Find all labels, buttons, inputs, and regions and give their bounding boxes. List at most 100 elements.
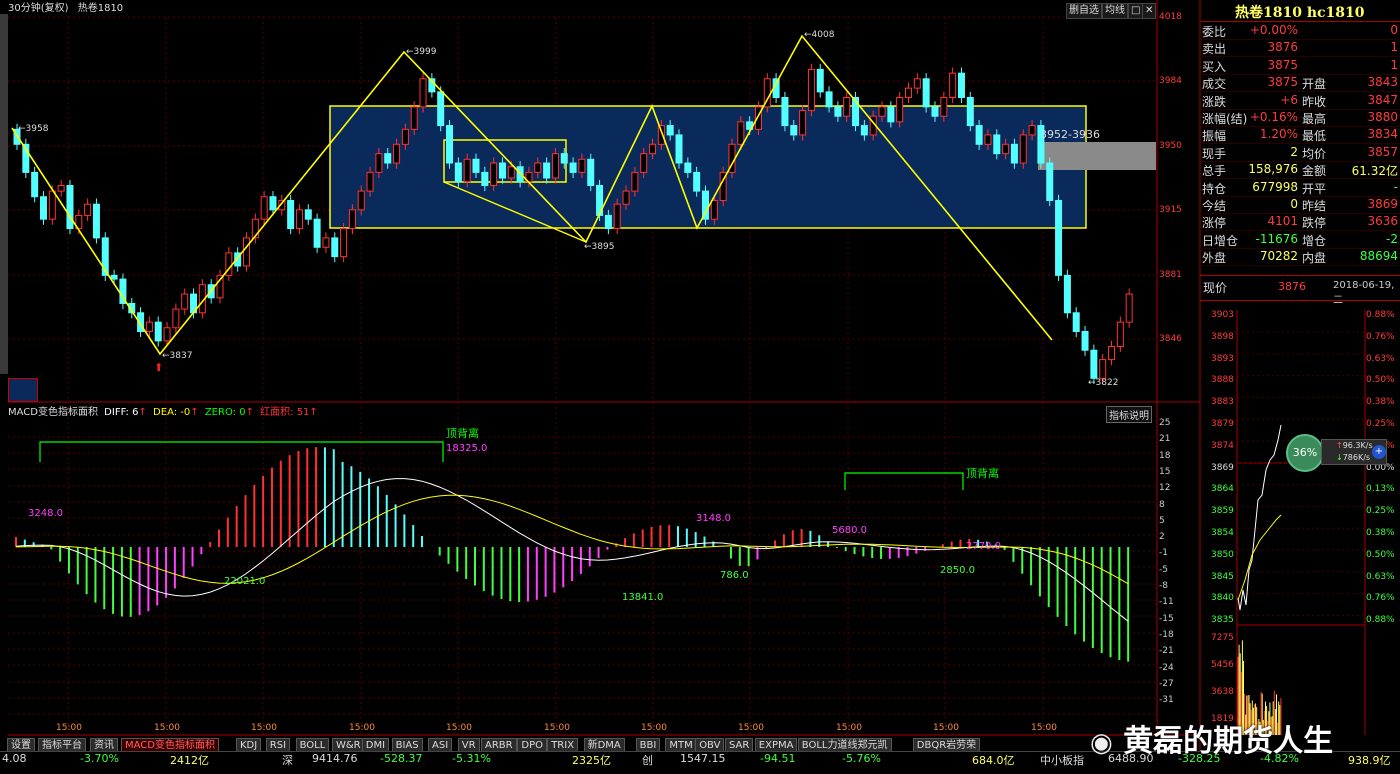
candle: [473, 159, 479, 172]
macd-title[interactable]: MACD变色指标面积: [8, 407, 98, 418]
candle: [967, 98, 973, 126]
weibo-icon: ◉: [1090, 728, 1113, 758]
candle: [341, 229, 347, 257]
candle: [32, 172, 38, 196]
price-tick: 3984: [1159, 76, 1182, 86]
chart-canvas[interactable]: [0, 0, 1400, 773]
quote-label: 涨跌: [1202, 93, 1226, 110]
candle: [879, 107, 885, 116]
mini-pct-tick: 0.76%: [1366, 332, 1395, 342]
macd-redarea: 红面积: 51: [260, 407, 309, 418]
ma-button[interactable]: 均线: [1102, 3, 1128, 19]
area-label: 18325.0: [446, 443, 487, 454]
candle: [288, 200, 294, 228]
quote-label: 成交: [1202, 75, 1226, 92]
mini-pct-tick: 0.50%: [1366, 550, 1395, 560]
macd-y-tick: 18: [1159, 451, 1170, 461]
macd-y-tick: 25: [1159, 418, 1170, 428]
macd-y-tick: 2: [1159, 532, 1165, 542]
candle: [694, 172, 700, 191]
mini-price-tick: 3874: [1211, 441, 1234, 451]
candle: [976, 126, 982, 145]
quote-value: -11676: [1255, 232, 1298, 246]
time-tick: 15:00: [1031, 723, 1057, 733]
quote-row: 振幅 1.20% 最低 3834: [1200, 126, 1400, 144]
mini-pct-tick: 0.25%: [1366, 506, 1395, 516]
candle: [535, 163, 541, 172]
time-tick: 15:00: [641, 723, 667, 733]
macd-zero: ZERO: 0: [205, 407, 246, 418]
mini-price-tick: 3879: [1211, 419, 1234, 429]
mini-pct-tick: 0.38%: [1366, 528, 1395, 538]
candle: [1082, 332, 1088, 351]
ticker-item: 938.9亿: [1348, 752, 1391, 768]
quote-value-2: 3636: [1367, 214, 1398, 228]
ticker-item: 中小板指: [1040, 752, 1084, 768]
candle: [67, 185, 73, 228]
indicator-help-button[interactable]: 指标说明: [1106, 406, 1152, 423]
quote-label: 现手: [1202, 145, 1226, 162]
candle: [358, 191, 364, 210]
quote-label: 振幅: [1202, 127, 1226, 144]
candle: [985, 135, 991, 144]
candle: [482, 172, 488, 185]
close-button[interactable]: ✕: [1142, 3, 1156, 19]
candle: [93, 204, 99, 238]
quote-value-2: 3847: [1367, 93, 1398, 107]
quote-label: 外盘: [1202, 249, 1226, 266]
speed-badge[interactable]: 36%: [1286, 434, 1324, 472]
quote-label-2: 增仓: [1302, 232, 1326, 249]
quote-row: 持仓 677998 开平 -: [1200, 179, 1400, 197]
quote-label-2: 跌停: [1302, 214, 1326, 231]
candle: [305, 210, 311, 219]
candle: [1064, 275, 1070, 312]
quote-value-2: 61.32亿: [1352, 162, 1398, 179]
candle: [906, 88, 912, 97]
candle: [650, 144, 656, 153]
quote-row: 现手 2 均价 3857: [1200, 144, 1400, 162]
candle: [667, 126, 673, 135]
mini-price-tick: 3888: [1211, 375, 1234, 385]
macd-y-tick: -1: [1159, 548, 1168, 558]
candle: [146, 322, 152, 331]
time-tick: 15:00: [544, 723, 570, 733]
pivot-label: ←4008: [804, 30, 834, 40]
candle: [1126, 294, 1132, 322]
mini-avg-line: [1238, 515, 1281, 600]
quote-value: 3875: [1267, 58, 1298, 72]
candle: [296, 210, 302, 229]
mini-pct-tick: 0.63%: [1366, 354, 1395, 364]
quote-label-2: 昨收: [1302, 93, 1326, 110]
quote-label-2: 金额: [1302, 162, 1326, 179]
mini-pct-tick: 0.76%: [1366, 593, 1395, 603]
macd-y-tick: 8: [1159, 500, 1165, 510]
period-label[interactable]: 30分钟(复权): [8, 3, 69, 14]
mini-price-tick: 3903: [1211, 310, 1234, 320]
candle: [402, 129, 408, 144]
quote-value: +0.00%: [1250, 23, 1298, 37]
indicator-thumb[interactable]: [8, 378, 38, 402]
quote-value-2: 3857: [1367, 145, 1398, 159]
candle: [261, 197, 267, 219]
quote-row: 外盘 70282 内盘 88694: [1200, 248, 1400, 266]
ticker-item: 684.0亿: [972, 752, 1015, 768]
mini-pct-tick: 0.88%: [1366, 310, 1395, 320]
quote-value: 1.20%: [1260, 127, 1298, 141]
quote-value-2: 88694: [1360, 249, 1398, 263]
quote-value: 4101: [1267, 214, 1298, 228]
delete-watchlist-button[interactable]: 删自选: [1066, 3, 1102, 19]
candle: [314, 219, 320, 247]
side-toolbar[interactable]: [0, 14, 8, 374]
macd-y-tick: 21: [1159, 434, 1170, 444]
ticker-item: 深: [282, 752, 293, 768]
candle: [1029, 126, 1035, 135]
time-tick: 15:00: [446, 723, 472, 733]
candle: [923, 79, 929, 107]
candle: [641, 154, 647, 173]
candle: [270, 197, 276, 210]
divergence-label: 顶背离: [446, 425, 479, 441]
macd-dea: DEA: -0: [153, 407, 190, 418]
expand-icon[interactable]: +: [1372, 445, 1386, 459]
quote-value-2: 3843: [1367, 75, 1398, 89]
macd-y-tick: 5: [1159, 516, 1165, 526]
